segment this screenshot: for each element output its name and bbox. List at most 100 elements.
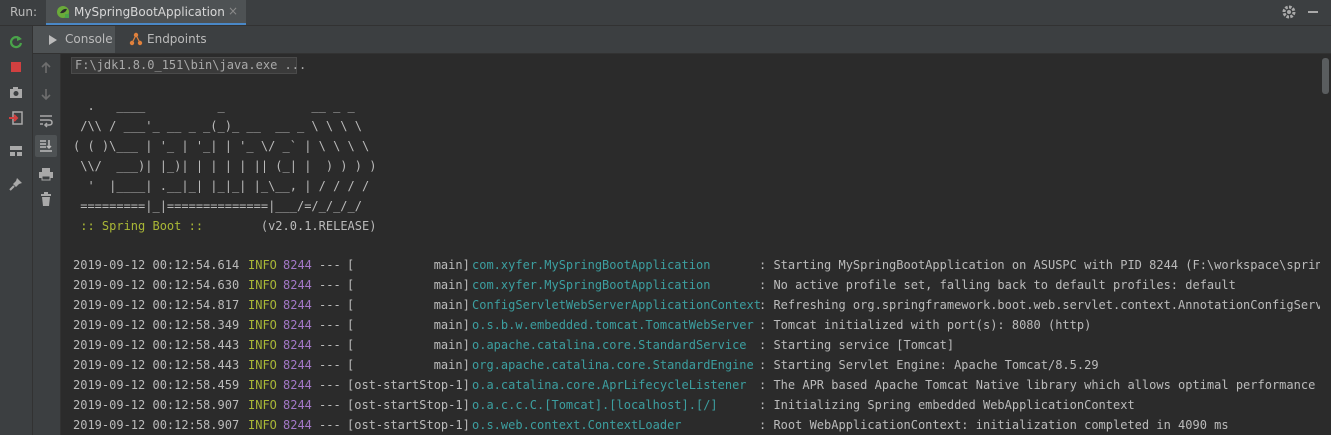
log-logger[interactable]: org.apache.catalina.core.StandardEngine — [472, 355, 754, 375]
log-pid: 8244 — [283, 378, 312, 392]
log-timestamp: 2019-09-12 00:12:54.630 — [73, 278, 240, 292]
log-message: : Starting service [Tomcat] — [759, 338, 955, 352]
log-line: 2019-09-12 00:12:58.349 INFO 8244 --- [ … — [61, 315, 1320, 335]
log-separator: --- — [319, 418, 341, 432]
log-level: INFO — [248, 378, 277, 392]
log-separator: --- — [319, 378, 341, 392]
log-level: INFO — [248, 398, 277, 412]
log-separator: --- — [319, 398, 341, 412]
minimize-icon[interactable] — [1308, 11, 1318, 13]
log-timestamp: 2019-09-12 00:12:58.443 — [73, 338, 240, 352]
log-timestamp: 2019-09-12 00:12:58.907 — [73, 418, 240, 432]
log-thread: [ost-startStop-1] — [347, 398, 470, 412]
log-level: INFO — [248, 298, 277, 312]
tab-console-label: Console — [65, 32, 113, 46]
log-logger[interactable]: com.xyfer.MySpringBootApplication — [472, 255, 710, 275]
log-message: : Initializing Spring embedded WebApplic… — [759, 398, 1135, 412]
log-separator: --- — [319, 358, 341, 372]
log-message: : Root WebApplicationContext: initializa… — [759, 418, 1229, 432]
log-pid: 8244 — [283, 398, 312, 412]
console-tabs: Console Endpoints — [33, 26, 1331, 54]
rerun-icon[interactable] — [8, 34, 24, 50]
layout-icon[interactable] — [8, 143, 24, 159]
vertical-scrollbar[interactable] — [1320, 54, 1331, 435]
spring-banner: . ____ _ __ _ _ /\\ / ___'_ __ _ _(_)_ _… — [73, 99, 377, 213]
run-actions-strip — [0, 26, 33, 435]
log-timestamp: 2019-09-12 00:12:54.817 — [73, 298, 240, 312]
spring-boot-label: :: Spring Boot :: — [73, 219, 211, 233]
stop-icon[interactable] — [8, 59, 24, 75]
log-message: : Starting MySpringBootApplication on AS… — [759, 258, 1320, 272]
log-pid: 8244 — [283, 418, 312, 432]
log-separator: --- — [319, 318, 341, 332]
scroll-to-end-icon — [40, 140, 52, 152]
log-separator: --- — [319, 298, 341, 312]
log-thread: [ main] — [347, 298, 470, 312]
log-thread: [ost-startStop-1] — [347, 378, 470, 392]
log-timestamp: 2019-09-12 00:12:54.614 — [73, 258, 240, 272]
console-actions-strip — [33, 54, 61, 435]
tab-console[interactable]: Console — [33, 26, 115, 53]
log-thread: [ main] — [347, 358, 470, 372]
log-pid: 8244 — [283, 318, 312, 332]
log-pid: 8244 — [283, 298, 312, 312]
trash-icon[interactable] — [38, 191, 54, 207]
log-thread: [ main] — [347, 278, 470, 292]
log-line: 2019-09-12 00:12:54.817 INFO 8244 --- [ … — [61, 295, 1320, 315]
log-message: : Refreshing org.springframework.boot.we… — [759, 298, 1320, 312]
arrow-up-icon[interactable] — [38, 60, 54, 76]
log-message: : Starting Servlet Engine: Apache Tomcat… — [759, 358, 1099, 372]
log-logger[interactable]: ConfigServletWebServerApplicationContext — [472, 295, 761, 315]
log-logger[interactable]: com.xyfer.MySpringBootApplication — [472, 275, 710, 295]
log-level: INFO — [248, 278, 277, 292]
log-level: INFO — [248, 418, 277, 432]
log-pid: 8244 — [283, 338, 312, 352]
exit-icon[interactable] — [8, 110, 24, 126]
log-line: 2019-09-12 00:12:58.443 INFO 8244 --- [ … — [61, 355, 1320, 375]
log-lines: 2019-09-12 00:12:54.614 INFO 8244 --- [ … — [61, 255, 1320, 435]
camera-icon[interactable] — [8, 84, 24, 100]
log-message: : No active profile set, falling back to… — [759, 278, 1236, 292]
log-line: 2019-09-12 00:12:58.459 INFO 8244 --- [o… — [61, 375, 1320, 395]
spring-boot-version-line: :: Spring Boot :: (v2.0.1.RELEASE) — [73, 216, 376, 236]
log-logger[interactable]: o.apache.catalina.core.StandardService — [472, 335, 747, 355]
log-timestamp: 2019-09-12 00:12:58.907 — [73, 398, 240, 412]
tab-endpoints-label: Endpoints — [147, 32, 207, 46]
log-level: INFO — [248, 338, 277, 352]
log-logger[interactable]: o.s.b.w.embedded.tomcat.TomcatWebServer — [472, 315, 754, 335]
scroll-to-end-button[interactable] — [35, 135, 57, 157]
gear-icon[interactable] — [1281, 4, 1297, 20]
log-logger[interactable]: o.s.web.context.ContextLoader — [472, 415, 682, 435]
print-icon[interactable] — [38, 166, 54, 182]
java-command[interactable]: F:\jdk1.8.0_151\bin\java.exe ... — [71, 57, 306, 74]
log-timestamp: 2019-09-12 00:12:58.459 — [73, 378, 240, 392]
run-toolbar: Run: MySpringBootApplication × — [0, 0, 1331, 26]
run-tab-label: MySpringBootApplication — [74, 5, 225, 19]
console-icon — [49, 35, 57, 45]
log-thread: [ main] — [347, 258, 470, 272]
soft-wrap-icon[interactable] — [38, 112, 54, 128]
pin-icon[interactable] — [8, 176, 24, 192]
endpoints-icon — [129, 32, 143, 46]
log-logger[interactable]: o.a.catalina.core.AprLifecycleListener — [472, 375, 747, 395]
run-tab[interactable]: MySpringBootApplication × — [46, 0, 246, 25]
log-timestamp: 2019-09-12 00:12:58.349 — [73, 318, 240, 332]
log-separator: --- — [319, 278, 341, 292]
log-timestamp: 2019-09-12 00:12:58.443 — [73, 358, 240, 372]
arrow-down-icon[interactable] — [38, 86, 54, 102]
log-line: 2019-09-12 00:12:54.630 INFO 8244 --- [ … — [61, 275, 1320, 295]
log-level: INFO — [248, 318, 277, 332]
spring-boot-version: (v2.0.1.RELEASE) — [210, 219, 377, 233]
close-icon[interactable]: × — [228, 4, 238, 18]
tab-endpoints[interactable]: Endpoints — [121, 26, 211, 53]
log-line: 2019-09-12 00:12:58.907 INFO 8244 --- [o… — [61, 415, 1320, 435]
console-output[interactable]: F:\jdk1.8.0_151\bin\java.exe ... . ____ … — [61, 54, 1320, 435]
log-thread: [ main] — [347, 318, 470, 332]
log-thread: [ main] — [347, 338, 470, 352]
spring-boot-icon — [57, 6, 69, 18]
log-line: 2019-09-12 00:12:58.443 INFO 8244 --- [ … — [61, 335, 1320, 355]
log-logger[interactable]: o.a.c.c.C.[Tomcat].[localhost].[/] — [472, 395, 718, 415]
scrollbar-thumb[interactable] — [1322, 58, 1329, 94]
log-pid: 8244 — [283, 258, 312, 272]
log-pid: 8244 — [283, 358, 312, 372]
